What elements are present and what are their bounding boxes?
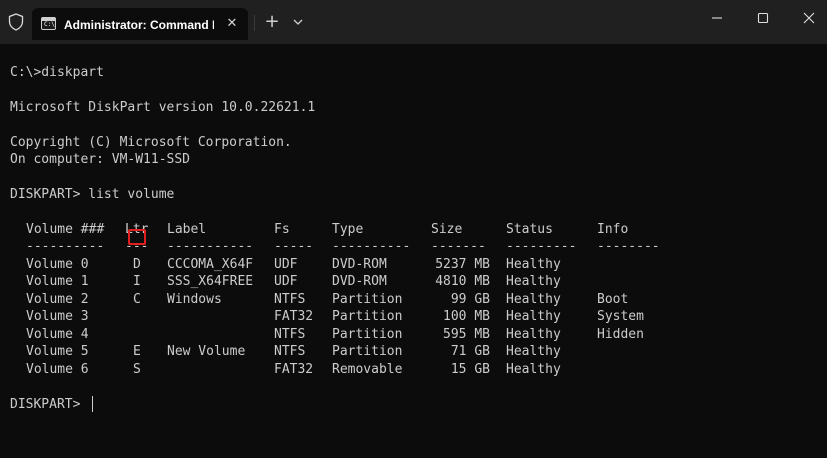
status-cell: Healthy [506, 344, 561, 359]
column-header: Fs [274, 222, 290, 237]
volume-cell: Volume 6 [26, 362, 89, 377]
column-header: Size [431, 222, 463, 237]
column-divider: ---------- [332, 239, 411, 254]
status-cell: Healthy [506, 327, 561, 342]
size-cell: 595 MB [443, 327, 490, 342]
column-divider: ---------- [26, 239, 105, 254]
volume-cell: Volume 5 [26, 344, 89, 359]
status-cell: Healthy [506, 257, 561, 272]
size-cell: 4810 MB [435, 274, 490, 289]
volume-cell: Volume 3 [26, 309, 89, 324]
column-divider: ------- [431, 239, 486, 254]
type-cell: DVD-ROM [332, 257, 387, 272]
close-tab-icon[interactable]: ✕ [222, 14, 242, 34]
volume-cell: Volume 1 [26, 274, 89, 289]
volume-cell: Volume 2 [26, 292, 89, 307]
command-line: C:\>diskpart [10, 65, 104, 80]
column-header: Status [506, 222, 553, 237]
letter-cell: C [133, 292, 141, 307]
command-line: DISKPART> list volume [10, 187, 175, 202]
fs-cell: UDF [274, 274, 298, 289]
fs-cell: NTFS [274, 344, 306, 359]
shield-icon [8, 13, 24, 31]
column-header: Label [167, 222, 207, 237]
tab-divider [254, 15, 255, 31]
info-cell: Hidden [597, 327, 644, 342]
title-bar: C:\ Administrator: Command Pro ✕ + [0, 0, 827, 44]
label-cell: Windows [167, 292, 222, 307]
type-cell: Partition [332, 309, 403, 324]
copyright-line: Copyright (C) Microsoft Corporation. [10, 135, 292, 150]
minimize-icon[interactable] [694, 0, 740, 36]
maximize-icon[interactable] [740, 0, 786, 36]
type-cell: Partition [332, 327, 403, 342]
letter-cell: E [133, 344, 141, 359]
column-divider: ----- [274, 239, 314, 254]
letter-cell: S [133, 362, 141, 377]
column-header: Type [332, 222, 364, 237]
prompt-line[interactable]: DISKPART> [10, 396, 88, 414]
status-cell: Healthy [506, 274, 561, 289]
tab-command-prompt[interactable]: C:\ Administrator: Command Pro ✕ [32, 8, 248, 40]
terminal-window: C:\ Administrator: Command Pro ✕ + C:\>d… [0, 0, 827, 458]
cmd-icon: C:\ [41, 17, 56, 30]
type-cell: Removable [332, 362, 403, 377]
type-cell: Partition [332, 344, 403, 359]
type-cell: DVD-ROM [332, 274, 387, 289]
size-cell: 5237 MB [435, 257, 490, 272]
label-cell: CCCOMA_X64F [167, 257, 254, 272]
chevron-down-icon[interactable] [288, 12, 308, 32]
status-cell: Healthy [506, 362, 561, 377]
size-cell: 71 GB [450, 344, 490, 359]
label-cell: SSS_X64FREE [167, 274, 254, 289]
version-line: Microsoft DiskPart version 10.0.22621.1 [10, 100, 316, 115]
column-divider: -------- [597, 239, 660, 254]
close-icon[interactable] [786, 0, 827, 36]
volume-cell: Volume 0 [26, 257, 89, 272]
tab-title: Administrator: Command Pro [64, 18, 214, 32]
fs-cell: FAT32 [274, 309, 314, 324]
highlight-box [128, 229, 146, 245]
size-cell: 15 GB [450, 362, 490, 377]
text-cursor [92, 396, 93, 412]
fs-cell: NTFS [274, 292, 306, 307]
column-header: Volume ### [26, 222, 105, 237]
letter-cell: D [133, 257, 141, 272]
fs-cell: FAT32 [274, 362, 314, 377]
computer-line: On computer: VM-W11-SSD [10, 152, 191, 167]
column-header: Info [597, 222, 629, 237]
column-divider: ----------- [167, 239, 254, 254]
info-cell: Boot [597, 292, 629, 307]
fs-cell: NTFS [274, 327, 306, 342]
column-divider: --------- [506, 239, 577, 254]
console-output[interactable]: C:\>diskpart Microsoft DiskPart version … [0, 44, 827, 458]
info-cell: System [597, 309, 644, 324]
plus-icon[interactable]: + [262, 12, 282, 32]
label-cell: New Volume [167, 344, 246, 359]
volume-cell: Volume 4 [26, 327, 89, 342]
size-cell: 100 MB [443, 309, 490, 324]
letter-cell: I [133, 274, 141, 289]
status-cell: Healthy [506, 309, 561, 324]
fs-cell: UDF [274, 257, 298, 272]
status-cell: Healthy [506, 292, 561, 307]
type-cell: Partition [332, 292, 403, 307]
size-cell: 99 GB [450, 292, 490, 307]
